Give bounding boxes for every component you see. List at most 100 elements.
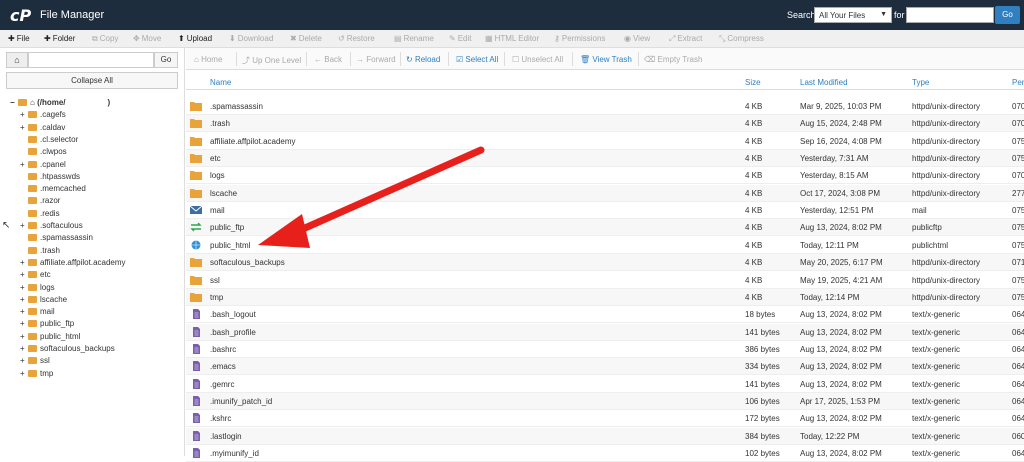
upload-button[interactable]: ⬆ Upload	[178, 34, 212, 43]
unselect-all-button[interactable]: ☐ Unselect All	[512, 55, 563, 64]
expand-icon[interactable]: +	[20, 160, 28, 169]
cell-type: text/x-generic	[912, 414, 961, 424]
view-trash-button[interactable]: 🗑 View Trash	[580, 55, 632, 64]
table-row[interactable]: mail 4 KB Yesterday, 12:51 PM mail 075	[186, 202, 1024, 220]
expand-icon[interactable]: +	[20, 332, 28, 341]
expand-icon[interactable]: +	[20, 110, 28, 119]
tree-item[interactable]: + public_html	[20, 332, 80, 344]
expand-icon[interactable]: +	[20, 258, 28, 267]
expand-icon[interactable]: +	[20, 221, 28, 230]
tree-item[interactable]: + .softaculous	[20, 221, 83, 233]
column-last-modified[interactable]: Last Modified	[800, 78, 848, 87]
search-input[interactable]	[906, 7, 994, 23]
collapse-icon[interactable]: −	[10, 98, 18, 107]
search-go-button[interactable]: Go	[995, 6, 1020, 24]
cell-modified: Apr 17, 2025, 1:53 PM	[800, 396, 881, 406]
tree-item[interactable]: .htpasswds	[20, 172, 80, 184]
expand-icon[interactable]: +	[20, 319, 28, 328]
table-row[interactable]: public_html 4 KB Today, 12:11 PM publichtml…	[186, 237, 1024, 254]
tree-item[interactable]: + lscache	[20, 295, 67, 307]
forward-button[interactable]: → Forward	[356, 55, 396, 64]
tree-item[interactable]: + .cpanel	[20, 160, 66, 172]
tree-item[interactable]: + mail	[20, 307, 55, 319]
tree-item[interactable]: + public_ftp	[20, 319, 74, 331]
empty-trash-button[interactable]: ⌫ Empty Trash	[644, 55, 702, 64]
tree-item[interactable]: + softaculous_backups	[20, 344, 115, 356]
column-type[interactable]: Type	[912, 78, 929, 87]
table-row[interactable]: .imunify_patch_id 106 bytes Apr 17, 2025, …	[186, 392, 1024, 410]
tree-item[interactable]: + etc	[20, 270, 51, 282]
move-button[interactable]: ✥ Move	[133, 34, 161, 43]
nav-home-button[interactable]: ⌂ Home	[194, 55, 222, 64]
copy-button[interactable]: ⧉ Copy	[92, 34, 118, 44]
expand-icon[interactable]: +	[20, 369, 28, 378]
table-row[interactable]: .trash 4 KB Aug 15, 2024, 2:48 PM httpd/uni…	[186, 115, 1024, 133]
tree-item[interactable]: .memcached	[20, 184, 86, 196]
table-row[interactable]: tmp 4 KB Today, 12:14 PM httpd/unix-directo…	[186, 288, 1024, 306]
column-size[interactable]: Size	[745, 78, 761, 87]
rename-button[interactable]: ▤ Rename	[394, 34, 434, 43]
new-folder-button[interactable]: ✚ Folder	[44, 34, 75, 43]
cell-modified: Aug 13, 2024, 8:02 PM	[800, 310, 882, 320]
table-row[interactable]: softaculous_backups 4 KB May 20, 2025, 6:1…	[186, 254, 1024, 272]
back-button[interactable]: ← Back	[314, 55, 342, 64]
tree-item[interactable]: .cl.selector	[20, 135, 78, 147]
expand-icon[interactable]: +	[20, 344, 28, 353]
restore-button[interactable]: ↺ Restore	[338, 34, 375, 43]
tree-item[interactable]: .clwpos	[20, 147, 67, 159]
tree-item[interactable]: + affiliate.affpilot.academy	[20, 258, 126, 270]
expand-icon[interactable]: +	[20, 123, 28, 132]
view-button[interactable]: ◉ View	[624, 34, 650, 43]
table-row[interactable]: .gemrc 141 bytes Aug 13, 2024, 8:02 PM text…	[186, 376, 1024, 393]
path-go-button[interactable]: Go	[154, 52, 178, 68]
table-row[interactable]: etc 4 KB Yesterday, 7:31 AM httpd/unix-dire…	[186, 150, 1024, 168]
table-row[interactable]: .bash_profile 141 bytes Aug 13, 2024, 8:02…	[186, 323, 1024, 341]
table-row[interactable]: lscache 4 KB Oct 17, 2024, 3:08 PM httpd/un…	[186, 184, 1024, 202]
table-row[interactable]: .myimunify_id 102 bytes Aug 13, 2024, 8:02…	[186, 445, 1024, 462]
tree-item[interactable]: .razor	[20, 196, 60, 208]
folder-icon	[190, 170, 202, 181]
tree-item[interactable]: + logs	[20, 283, 55, 295]
table-row[interactable]: .lastlogin 384 bytes Today, 12:22 PM text/x…	[186, 427, 1024, 445]
tree-item[interactable]: + .cagefs	[20, 110, 66, 122]
download-button[interactable]: ⬇ Download	[229, 34, 273, 43]
table-row[interactable]: ssl 4 KB May 19, 2025, 4:21 AM httpd/unix-d…	[186, 272, 1024, 289]
table-row[interactable]: affiliate.affpilot.academy 4 KB Sep 16, 20…	[186, 133, 1024, 150]
home-icon[interactable]: ⌂	[6, 52, 28, 68]
search-scope-select[interactable]: All Your Files ▼	[814, 7, 892, 23]
expand-icon[interactable]: +	[20, 270, 28, 279]
tree-item[interactable]: .redis	[20, 209, 60, 221]
path-input[interactable]	[28, 52, 154, 68]
tree-item[interactable]: + .caldav	[20, 123, 65, 135]
reload-button[interactable]: ↻ Reload	[406, 55, 440, 64]
table-row[interactable]: .spamassassin 4 KB Mar 9, 2025, 10:03 PM ht…	[186, 98, 1024, 115]
tree-item[interactable]: .spamassassin	[20, 233, 93, 245]
permissions-button[interactable]: ⚷ Permissions	[554, 34, 605, 43]
extract-button[interactable]: ⤢ Extract	[669, 34, 702, 44]
tree-item[interactable]: + ssl	[20, 356, 50, 368]
pencil-icon: ✎	[449, 34, 456, 43]
tree-item[interactable]: − ⌂ (/home/)	[10, 98, 110, 110]
table-row[interactable]: public_ftp 4 KB Aug 13, 2024, 8:02 PM publi…	[186, 219, 1024, 237]
edit-button[interactable]: ✎ Edit	[449, 34, 472, 43]
compress-button[interactable]: ⤡ Compress	[719, 34, 764, 44]
delete-button[interactable]: ✖ Delete	[290, 34, 322, 43]
column-name[interactable]: Name	[210, 78, 231, 87]
expand-icon[interactable]: +	[20, 283, 28, 292]
table-row[interactable]: .kshrc 172 bytes Aug 13, 2024, 8:02 PM text…	[186, 410, 1024, 428]
select-all-button[interactable]: ☑ Select All	[456, 55, 498, 64]
tree-item[interactable]: + tmp	[20, 369, 53, 381]
table-row[interactable]: .bash_logout 18 bytes Aug 13, 2024, 8:02 P…	[186, 306, 1024, 324]
column-permissions[interactable]: Per	[1012, 78, 1024, 87]
expand-icon[interactable]: +	[20, 295, 28, 304]
table-row[interactable]: logs 4 KB Yesterday, 8:15 AM httpd/unix-dir…	[186, 167, 1024, 185]
tree-item[interactable]: .trash	[20, 246, 60, 258]
html-editor-button[interactable]: ▦ HTML Editor	[485, 34, 539, 43]
expand-icon[interactable]: +	[20, 307, 28, 316]
up-one-level-button[interactable]: ⤴ Up One Level	[242, 55, 301, 66]
table-row[interactable]: .emacs 334 bytes Aug 13, 2024, 8:02 PM text…	[186, 358, 1024, 376]
new-file-button[interactable]: ✚ File	[8, 34, 30, 43]
table-row[interactable]: .bashrc 386 bytes Aug 13, 2024, 8:02 PM tex…	[186, 341, 1024, 358]
collapse-all-button[interactable]: Collapse All	[6, 72, 178, 89]
expand-icon[interactable]: +	[20, 356, 28, 365]
